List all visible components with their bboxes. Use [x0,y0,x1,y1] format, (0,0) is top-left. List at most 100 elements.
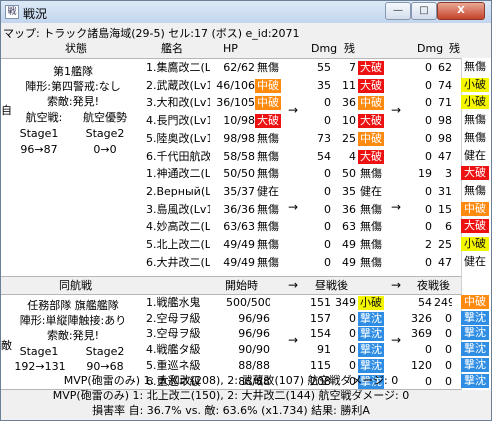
night-remaining: 74 [438,78,452,92]
app-icon: 戦 [5,5,19,19]
day-damage: 0 [324,96,331,110]
enemy-night-damage: 326 [411,311,432,325]
day-status: 中破 [358,131,384,146]
minimize-button[interactable]: — [385,2,411,20]
enemy-ship-hp: 90/90 [238,343,270,357]
enemy-day-remaining: 0 [349,358,356,372]
arrow-icon: → [288,278,299,292]
night-status: 大破 [461,219,489,234]
day-remaining: 50 [342,167,356,181]
map-info: マップ: トラック諸島海域(29-5) セル:17 (ボス) e_id:2071 [3,27,300,40]
enemy-day-remaining: 0 [349,343,356,357]
enemy-day-status: 撃沈 [358,327,384,342]
friendly-fleet-name: 第1艦隊 [53,65,93,78]
friendly-mvp: MVP(砲雷のみ) 1: 大和改(208), 2: 武蔵改(107) 航空戦ダメ… [63,374,399,387]
enemy-day-status: 小破 [358,296,384,310]
enemy-ship-name: 4.戦艦タ級 [146,343,201,357]
ship-name: 1.集鷹改二(Lv [146,61,210,74]
ship-status: 無傷 [257,220,279,234]
battle-result: 損害率 自: 36.7% vs. 敵: 63.6% (x1.734) 結果: 勝… [92,404,370,417]
enemy-night-damage: 120 [411,358,432,372]
window-title: 戦況 [23,7,48,21]
night-damage: 19 [418,167,432,181]
ship-hp: 10/98 [223,114,255,128]
day-status: 大破 [358,78,384,93]
night-remaining: 98 [438,114,452,128]
state-header: 状態 [65,42,87,55]
day-status: 大破 [358,114,384,129]
remain-header-2: 残 [449,42,460,55]
enemy-day-remaining: 349 [335,296,356,309]
enemy-day-damage: 91 [317,343,331,357]
ship-name: 6.千代田航改 [146,149,210,163]
enemy-night-remaining: 0 [445,311,452,325]
night-status: 小破 [461,237,489,251]
enemy-ship-name: 5.重巡ネ級 [146,358,201,372]
friendly-search: 索敵:発見! [46,95,100,108]
name-header: 艦名 [161,42,183,55]
day-status: 大破 [358,149,384,164]
ship-status: 大破 [255,114,281,129]
day-remaining: 36 [342,96,356,110]
enemy-night-remaining: 0 [445,327,452,341]
enemy-ship-hp: 96/96 [238,327,270,341]
enemy-day-status: 撃沈 [358,311,384,326]
day-remaining: 25 [342,131,356,145]
enemy-day-status: 撃沈 [358,343,384,358]
day-status: 無傷 [360,220,382,234]
enemy-night-status: 撃沈 [461,357,489,372]
night-damage: 0 [425,149,432,163]
day-remaining: 63 [342,220,356,234]
day-status: 無傷 [360,202,382,216]
ship-hp: 49/49 [223,238,255,251]
ship-hp: 58/58 [223,149,255,163]
close-button[interactable]: X [437,2,485,20]
ship-hp: 46/106 [216,78,255,92]
night-status: 中破 [461,201,489,216]
night-remaining: 31 [438,184,452,198]
day-damage: 54 [317,149,331,163]
night-damage: 0 [425,255,432,269]
enemy-night-status: 撃沈 [461,342,489,357]
enemy-night-remaining: 0 [445,358,452,372]
ship-name: 4.長門改(Lv1 [146,114,210,128]
ship-hp: 98/98 [223,131,255,145]
enemy-fleet-name: 任務部隊 旗艦艦隊 [27,299,119,312]
air-result: 航空優勢 [83,111,127,124]
ship-hp: 49/49 [223,255,255,269]
night-remaining: 98 [438,131,452,145]
stage1-label: Stage1 [19,127,59,140]
night-status: 無傷 [464,130,486,144]
engagement-label: 同航戦 [59,279,92,292]
ship-status: 無傷 [257,202,279,216]
day-header: 昼戦後 [315,279,348,292]
day-status: 無傷 [360,255,382,269]
ship-status: 無傷 [257,149,279,163]
ship-name: 3.島風改(Lv1 [146,202,210,216]
ship-name: 2.Верный(Lv1 [146,184,210,198]
ship-status: 無傷 [257,255,279,269]
enemy-ship-name: 1.戦艦水鬼 [146,296,201,309]
friendly-formation: 陣形:第四警戒:なし [25,80,121,93]
ship-name: 3.大和改(Lv1 [146,96,210,110]
ship-name: 5.北上改二(Lv [146,238,210,251]
enemy-day-damage: 154 [310,327,331,341]
night-damage: 0 [425,202,432,216]
ship-hp: 36/105 [216,96,255,110]
night-status: 無傷 [464,113,486,127]
enemy-night-status: 撃沈 [461,326,489,341]
day-damage: 0 [324,167,331,181]
night-damage: 0 [425,78,432,92]
enemy-formation: 陣形:単縦陣触接:あり [19,314,127,327]
enemy-day-damage: 115 [310,358,331,372]
day-damage: 73 [317,131,331,145]
enemy-night-status: 撃沈 [461,373,489,388]
day-damage: 55 [317,61,331,74]
battle-report: マップ: トラック諸島海域(29-5) セル:17 (ボス) e_id:2071… [1,23,491,420]
title-bar[interactable]: 戦 戦況 — □ X [1,1,491,23]
friendly-fleet-table: 自 第1艦隊 陣形:第四警戒:なし 索敵:発見! 航空戦: 航空優勢 Stage… [1,58,461,277]
maximize-button[interactable]: □ [411,2,437,20]
ship-hp: 62/62 [223,61,255,74]
night-status: 無傷 [464,60,486,73]
arrow-icon: → [288,200,299,214]
